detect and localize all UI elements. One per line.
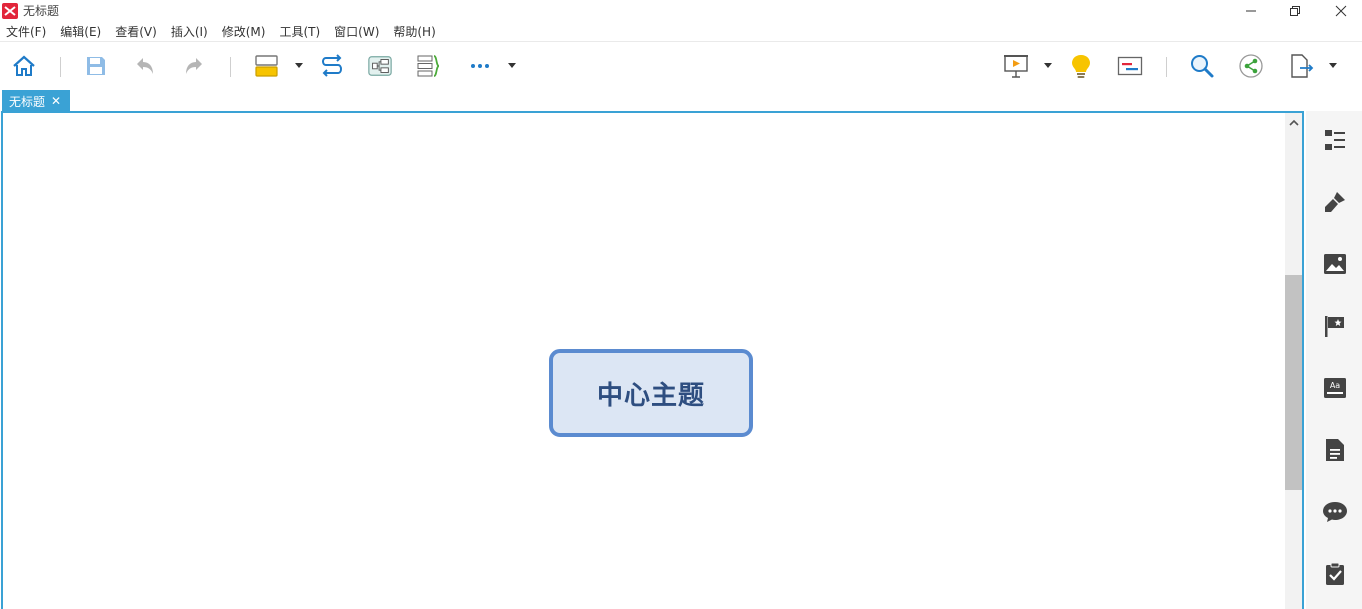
toolbar-separator xyxy=(60,57,61,77)
label-button[interactable]: Aa xyxy=(1322,375,1348,401)
restore-icon xyxy=(1290,6,1300,16)
close-window-button[interactable] xyxy=(1318,0,1362,22)
notes-icon xyxy=(1326,439,1344,461)
save-icon xyxy=(87,57,105,75)
document-tab-strip: 无标题 ✕ xyxy=(0,89,1304,112)
menu-edit[interactable]: 编辑(E) xyxy=(60,22,101,42)
save-button[interactable] xyxy=(83,53,109,79)
outline-icon xyxy=(1325,130,1345,150)
redo-button[interactable] xyxy=(181,53,207,79)
title-bar: 无标题 xyxy=(0,0,1362,22)
menu-file[interactable]: 文件(F) xyxy=(6,22,46,42)
export-icon xyxy=(1291,54,1314,78)
menu-tools[interactable]: 工具(T) xyxy=(279,22,320,42)
more-icon xyxy=(471,64,489,68)
marker-flag-icon xyxy=(1325,316,1344,337)
menu-bar: 文件(F) 编辑(E) 查看(V) 插入(I) 修改(M) 工具(T) 窗口(W… xyxy=(0,22,1362,42)
boundary-icon xyxy=(368,56,392,76)
document-tab-label: 无标题 xyxy=(9,94,46,109)
right-side-panel: Aa xyxy=(1306,111,1362,609)
tab-close-icon[interactable]: ✕ xyxy=(51,95,61,107)
window-title: 无标题 xyxy=(23,4,60,18)
export-dropdown-icon[interactable] xyxy=(1329,63,1337,69)
format-brush-icon xyxy=(1325,192,1345,212)
gantt-button[interactable] xyxy=(1117,53,1143,79)
home-button[interactable] xyxy=(11,53,37,79)
task-icon xyxy=(1326,562,1344,585)
comments-icon xyxy=(1323,502,1347,522)
summary-icon xyxy=(417,55,440,77)
summary-button[interactable] xyxy=(416,53,442,79)
task-button[interactable] xyxy=(1322,561,1348,587)
vertical-scrollbar[interactable] xyxy=(1285,113,1302,609)
central-topic-label: 中心主题 xyxy=(596,380,705,411)
presentation-dropdown-icon[interactable] xyxy=(1044,63,1052,69)
minimize-button[interactable] xyxy=(1228,0,1274,22)
idea-button[interactable] xyxy=(1068,53,1094,79)
mindmap-canvas[interactable]: 中心主题 xyxy=(1,111,1304,609)
minimize-icon xyxy=(1246,10,1256,12)
search-button[interactable] xyxy=(1189,53,1215,79)
insert-topic-dropdown-icon[interactable] xyxy=(295,63,303,69)
chevron-up-icon xyxy=(1288,119,1299,126)
menu-insert[interactable]: 插入(I) xyxy=(171,22,208,42)
menu-window[interactable]: 窗口(W) xyxy=(334,22,379,42)
close-icon xyxy=(1335,5,1347,17)
redo-icon xyxy=(186,58,202,74)
share-icon xyxy=(1239,54,1263,78)
scrollbar-thumb[interactable] xyxy=(1285,275,1302,490)
toolbar xyxy=(0,43,1362,89)
marker-button[interactable] xyxy=(1322,313,1348,339)
format-button[interactable] xyxy=(1322,189,1348,215)
scroll-up-button[interactable] xyxy=(1285,115,1302,129)
image-icon xyxy=(1324,254,1346,274)
insert-topic-button[interactable] xyxy=(254,53,280,79)
undo-icon xyxy=(137,58,153,74)
toolbar-separator xyxy=(1166,57,1167,77)
more-button[interactable] xyxy=(467,53,493,79)
boundary-button[interactable] xyxy=(367,53,393,79)
menu-help[interactable]: 帮助(H) xyxy=(393,22,435,42)
menu-modify[interactable]: 修改(M) xyxy=(222,22,266,42)
home-icon xyxy=(13,55,35,76)
more-dropdown-icon[interactable] xyxy=(508,63,516,69)
share-button[interactable] xyxy=(1238,53,1264,79)
central-topic[interactable]: 中心主题 xyxy=(549,349,753,437)
notes-button[interactable] xyxy=(1322,437,1348,463)
toolbar-separator xyxy=(230,57,231,77)
export-button[interactable] xyxy=(1288,53,1314,79)
label-icon: Aa xyxy=(1324,378,1346,398)
outline-button[interactable] xyxy=(1322,127,1348,153)
insert-topic-icon xyxy=(255,55,278,77)
gantt-icon xyxy=(1117,56,1143,76)
undo-button[interactable] xyxy=(132,53,158,79)
presentation-icon xyxy=(1004,55,1028,78)
menu-view[interactable]: 查看(V) xyxy=(115,22,157,42)
xmind-logo-icon xyxy=(2,3,18,19)
relationship-icon xyxy=(322,54,342,77)
image-button[interactable] xyxy=(1322,251,1348,277)
document-tab[interactable]: 无标题 ✕ xyxy=(2,90,70,112)
idea-bulb-icon xyxy=(1072,55,1090,78)
search-icon xyxy=(1191,55,1214,78)
restore-button[interactable] xyxy=(1272,0,1318,22)
svg-text:Aa: Aa xyxy=(1330,381,1340,390)
relationship-button[interactable] xyxy=(319,53,345,79)
presentation-button[interactable] xyxy=(1003,53,1029,79)
comments-button[interactable] xyxy=(1322,499,1348,525)
